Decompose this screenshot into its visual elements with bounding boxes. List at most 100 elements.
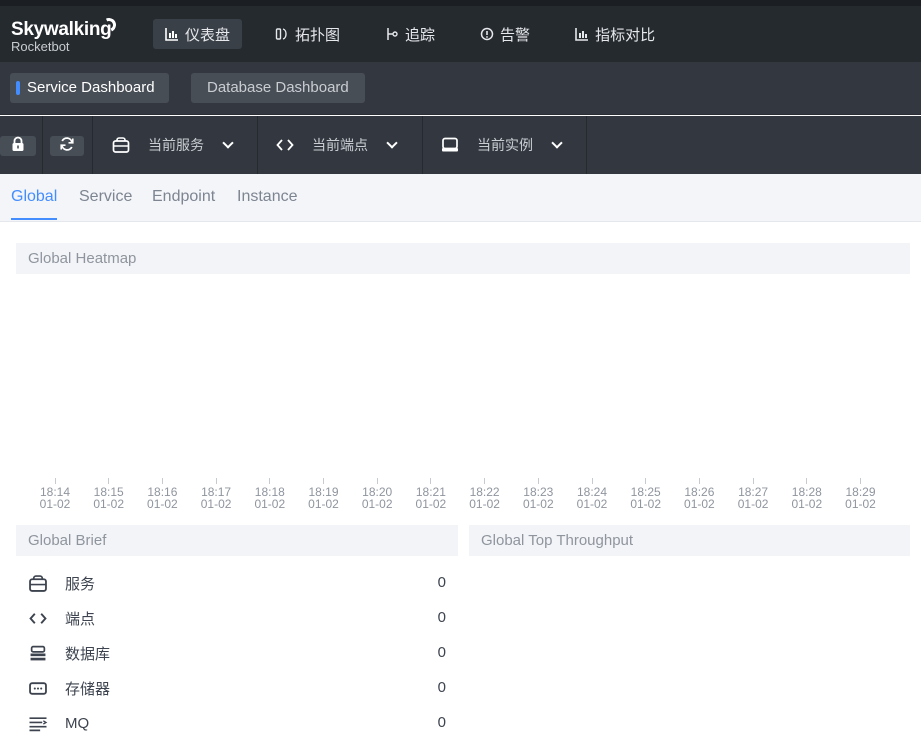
comparison-chart-icon [575, 27, 589, 41]
dashboard-chart-icon [165, 27, 179, 41]
axis-tick: 18:20 01-02 [350, 478, 404, 510]
alarm-icon [480, 27, 494, 41]
axis-tick: 18:17 01-02 [189, 478, 243, 510]
heatmap-time-axis: 18:14 01-02 18:15 01-02 18:16 01-02 18:17 01-02… [28, 478, 888, 514]
axis-tick-date: 01-02 [522, 497, 554, 511]
toolbar-divider [92, 116, 93, 174]
tab-service[interactable]: Service [79, 188, 132, 206]
endpoint-icon [276, 137, 294, 153]
heatmap-title: Global Heatmap [16, 243, 910, 274]
axis-tick-date: 01-02 [737, 497, 769, 511]
topology-icon [275, 27, 289, 41]
chevron-down-icon [551, 137, 563, 149]
brief-row-database: 数据库 0 [28, 636, 448, 671]
refresh-icon [59, 136, 75, 157]
brief-row-storage: 存储器 0 [28, 671, 448, 706]
tab-endpoint[interactable]: Endpoint [152, 188, 215, 206]
axis-tick: 18:28 01-02 [780, 478, 834, 510]
axis-tick: 18:27 01-02 [726, 478, 780, 510]
axis-tick-date: 01-02 [308, 497, 339, 511]
service-dashboard-tab[interactable]: Service Dashboard [10, 73, 169, 103]
brief-title: Global Brief [16, 525, 458, 556]
lock-icon [11, 136, 25, 157]
endpoint-selector[interactable]: 当前端点 [276, 116, 422, 174]
axis-tick-date: 01-02 [845, 497, 876, 511]
brief-label: 端点 [65, 611, 96, 628]
database-dashboard-tab[interactable]: Database Dashboard [191, 73, 365, 103]
brief-row-service: 服务 0 [28, 566, 448, 601]
axis-tick-date: 01-02 [630, 497, 662, 511]
brief-label: 数据库 [65, 646, 111, 663]
axis-tick-date: 01-02 [93, 497, 125, 511]
lock-button[interactable] [0, 136, 36, 156]
axis-tick-date: 01-02 [469, 497, 500, 511]
toolbar-divider [42, 116, 43, 174]
axis-tick-date: 01-02 [147, 497, 178, 511]
axis-tick-date: 01-02 [39, 497, 71, 511]
service-icon [112, 137, 130, 153]
axis-tick: 18:26 01-02 [672, 478, 726, 510]
toolbar-divider [586, 116, 587, 174]
axis-tick: 18:24 01-02 [565, 478, 619, 510]
sub-tabs: Global Service Endpoint Instance [0, 174, 921, 222]
instance-icon [441, 137, 459, 153]
axis-tick-date: 01-02 [254, 497, 286, 511]
tab-global[interactable]: Global [11, 188, 58, 220]
endpoint-icon [28, 610, 50, 628]
axis-tick-date: 01-02 [576, 497, 608, 511]
service-icon [28, 574, 50, 593]
brief-value: 0 [437, 679, 446, 696]
nav-dashboard[interactable]: 仪表盘 [153, 19, 243, 49]
axis-tick: 18:15 01-02 [82, 478, 136, 510]
brief-value: 0 [437, 644, 446, 661]
refresh-button[interactable] [50, 136, 84, 156]
nav-comparison-label: 指标对比 [595, 26, 656, 44]
brief-label: MQ [65, 715, 90, 732]
instance-selector[interactable]: 当前实例 [441, 116, 586, 174]
throughput-title: Global Top Throughput [469, 525, 910, 556]
axis-tick: 18:18 01-02 [243, 478, 297, 510]
nav-alarm[interactable]: 告警 [468, 19, 542, 49]
axis-tick: 18:25 01-02 [619, 478, 673, 510]
nav-topology-label: 拓扑图 [295, 26, 341, 44]
selector-toolbar: 当前服务 当前端点 当前实例 [0, 116, 921, 174]
service-selector[interactable]: 当前服务 [112, 116, 257, 174]
trace-icon [385, 27, 399, 41]
axis-tick: 18:29 01-02 [834, 478, 888, 510]
axis-tick: 18:23 01-02 [511, 478, 565, 510]
service-selector-label: 当前服务 [148, 137, 204, 153]
brief-label: 服务 [65, 576, 96, 593]
dashboard-switcher: Service Dashboard Database Dashboard [0, 62, 921, 115]
brief-value: 0 [437, 714, 446, 731]
logo-sub: Rocketbot [11, 39, 70, 54]
axis-tick: 18:16 01-02 [135, 478, 189, 510]
nav-trace[interactable]: 追踪 [373, 19, 447, 49]
axis-tick: 18:21 01-02 [404, 478, 458, 510]
brief-row-endpoint: 端点 0 [28, 601, 448, 636]
chevron-down-icon [386, 137, 398, 149]
axis-tick-date: 01-02 [361, 497, 393, 511]
nav-topology[interactable]: 拓扑图 [263, 19, 352, 49]
brief-value: 0 [437, 574, 446, 591]
mq-icon [28, 715, 50, 733]
endpoint-selector-label: 当前端点 [312, 137, 368, 153]
axis-tick-date: 01-02 [415, 497, 447, 511]
brief-row-mq: MQ 0 [28, 706, 448, 741]
brief-label: 存储器 [65, 681, 111, 698]
axis-tick-date: 01-02 [791, 497, 823, 511]
toolbar-divider [422, 116, 423, 174]
brief-value: 0 [437, 609, 446, 626]
storage-icon [28, 680, 50, 698]
nav-trace-label: 追踪 [405, 26, 436, 44]
axis-tick: 18:22 01-02 [458, 478, 512, 510]
nav-comparison[interactable]: 指标对比 [563, 19, 667, 49]
database-icon [28, 645, 50, 663]
axis-tick-date: 01-02 [200, 497, 232, 511]
logo[interactable]: Skywalking Rocketbot [11, 16, 118, 54]
toolbar-divider [257, 116, 258, 174]
axis-tick: 18:19 01-02 [297, 478, 351, 510]
nav-dashboard-label: 仪表盘 [185, 26, 231, 44]
top-bar: Skywalking Rocketbot 仪表盘 拓扑图 追踪 告警 指标对比 [0, 0, 921, 62]
axis-tick-date: 01-02 [684, 497, 715, 511]
tab-instance[interactable]: Instance [237, 188, 297, 206]
